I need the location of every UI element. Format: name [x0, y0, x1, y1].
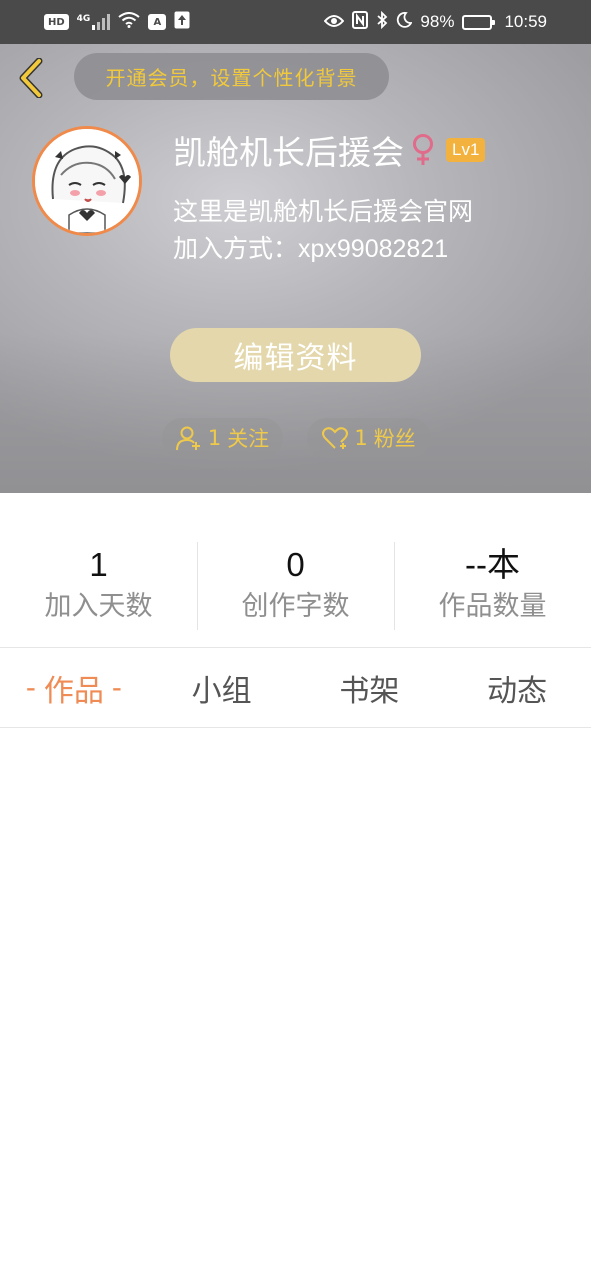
username: 凯舱机长后援会	[173, 133, 404, 172]
tab-groups[interactable]: 小组	[148, 666, 296, 710]
bio-line-2: 加入方式：xpx99082821	[173, 235, 449, 263]
user-add-icon	[175, 426, 200, 451]
stat-label: 加入天数	[44, 591, 153, 622]
status-bar: HD 4G A 98% 10:59	[0, 0, 591, 44]
wifi-icon	[118, 12, 140, 32]
profile-tabs: - 作品 - 小组 书架 动态	[0, 648, 591, 727]
female-icon	[410, 133, 436, 167]
fans-label: 粉丝	[373, 427, 416, 451]
stat-value: 0	[286, 546, 305, 583]
tab-content-area	[0, 728, 591, 1280]
follow-count-button[interactable]: 1 关注	[162, 418, 283, 458]
fans-count-button[interactable]: 1 粉丝	[307, 418, 431, 458]
username-row: 凯舱机长后援会 Lv1	[173, 128, 486, 172]
tab-label: 小组	[191, 673, 252, 709]
chevron-left-icon	[19, 58, 43, 98]
battery-icon	[462, 14, 496, 30]
tab-activity[interactable]: 动态	[443, 666, 591, 710]
avatar[interactable]	[32, 126, 142, 236]
eye-icon	[324, 13, 345, 32]
heart-icon	[322, 427, 349, 449]
signal-icon: 4G	[77, 14, 111, 30]
tab-works[interactable]: - 作品 -	[0, 666, 148, 710]
follow-count: 1	[207, 426, 222, 450]
fans-count: 1	[354, 426, 368, 450]
stat-work-count: --本 作品数量	[394, 540, 591, 632]
moon-icon	[396, 12, 413, 32]
bluetooth-icon	[376, 10, 388, 33]
avatar-illustration	[35, 129, 139, 233]
stat-value: --本	[465, 546, 520, 583]
bio-line-1: 这里是凯舱机长后援会官网	[173, 197, 474, 226]
stat-label: 作品数量	[438, 591, 547, 622]
vip-background-banner[interactable]: 开通会员，设置个性化背景	[74, 53, 389, 100]
stats-row: 1 加入天数 0 创作字数 --本 作品数量	[0, 540, 591, 632]
hd-icon: HD	[44, 14, 69, 30]
stat-word-count: 0 创作字数	[197, 540, 394, 632]
tab-active-dash-left: -	[25, 670, 36, 704]
stat-label: 创作字数	[241, 591, 350, 622]
tab-bookshelf[interactable]: 书架	[296, 666, 444, 710]
nfc-icon	[352, 11, 369, 33]
battery-percent: 98%	[420, 12, 455, 31]
upload-icon	[174, 11, 190, 33]
level-badge: Lv1	[446, 138, 486, 162]
tab-label: 书架	[339, 673, 400, 709]
stat-value: 1	[89, 546, 108, 583]
follow-label: 关注	[227, 427, 270, 451]
profile-header: 开通会员，设置个性化背景 凯舱机长后援会 Lv1 这里是凯舱机长后援会官网 加入…	[0, 44, 591, 493]
tab-label: 作品	[43, 673, 104, 709]
a-badge-icon: A	[148, 14, 167, 30]
back-button[interactable]	[12, 56, 52, 100]
status-right: 98% 10:59	[324, 10, 547, 33]
network-type-label: 4G	[76, 14, 91, 24]
tab-label: 动态	[487, 673, 548, 709]
edit-profile-button[interactable]: 编辑资料	[170, 328, 421, 382]
tab-active-dash-right: -	[111, 670, 122, 704]
clock: 10:59	[504, 12, 547, 31]
stat-join-days: 1 加入天数	[0, 540, 197, 632]
status-left: HD 4G A	[44, 11, 190, 33]
